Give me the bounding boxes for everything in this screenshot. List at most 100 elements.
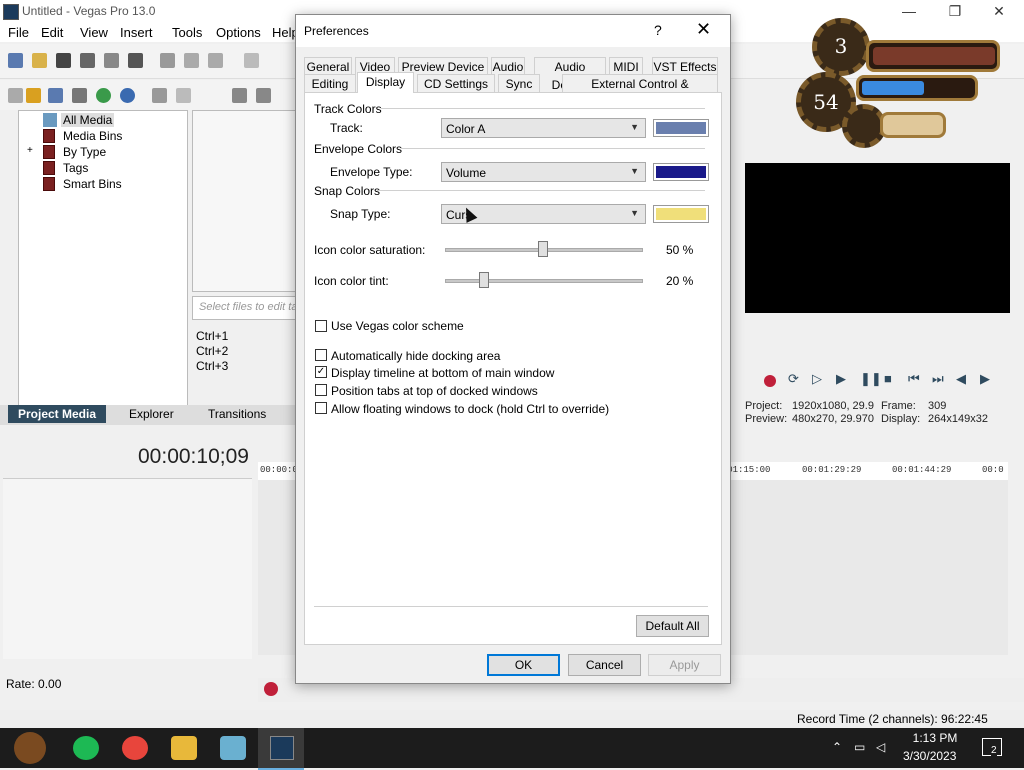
stop-icon[interactable]: ■: [884, 372, 898, 386]
tab-sync[interactable]: Sync: [498, 74, 540, 92]
tabs-top-label[interactable]: Position tabs at top of docked windows: [331, 384, 538, 398]
next-frame-icon[interactable]: ▶: [980, 372, 994, 386]
ok-button[interactable]: OK: [487, 654, 560, 676]
back-icon[interactable]: [8, 88, 23, 103]
spotify-icon[interactable]: [73, 736, 99, 760]
pause-icon[interactable]: ❚❚: [860, 372, 882, 386]
icon-tint-thumb[interactable]: [479, 272, 490, 288]
tab-midi[interactable]: MIDI: [609, 57, 643, 75]
ruler-label: 00:01:44:29: [892, 465, 952, 475]
network-icon[interactable]: ▭: [854, 740, 865, 754]
tab-general[interactable]: General: [304, 57, 352, 75]
snap-color-swatch[interactable]: [653, 205, 709, 223]
clock-time[interactable]: 1:13 PM: [910, 731, 960, 745]
floating-dock-label[interactable]: Allow floating windows to dock (hold Ctr…: [331, 402, 609, 416]
copy-icon[interactable]: [184, 53, 199, 68]
new-file-icon[interactable]: [8, 53, 23, 68]
start-icon[interactable]: [14, 732, 46, 764]
play-icon[interactable]: [232, 88, 247, 103]
tab-audio-device[interactable]: Audio Device: [534, 57, 606, 92]
wand-icon[interactable]: [26, 88, 41, 103]
auto-hide-docking-checkbox[interactable]: [315, 349, 327, 361]
tab-explorer[interactable]: Explorer: [129, 407, 174, 421]
save-as-icon[interactable]: [80, 53, 95, 68]
properties-icon[interactable]: [128, 53, 143, 68]
apply-button[interactable]: Apply: [648, 654, 721, 676]
maximize-button[interactable]: ❐: [932, 0, 978, 22]
menu-file[interactable]: File: [8, 25, 29, 40]
delete-icon[interactable]: [152, 88, 167, 103]
record-icon[interactable]: [764, 375, 776, 387]
close-app-button[interactable]: ✕: [976, 0, 1022, 22]
timeline-bottom-checkbox[interactable]: ✓: [315, 366, 327, 378]
menu-insert[interactable]: Insert: [120, 25, 153, 40]
notifications-icon[interactable]: 2: [982, 738, 1002, 756]
use-vegas-color-scheme-label[interactable]: Use Vegas color scheme: [331, 319, 464, 333]
clock-date[interactable]: 3/30/2023: [903, 749, 956, 763]
tab-project-media[interactable]: Project Media: [8, 405, 107, 423]
track-select[interactable]: Color A ▼: [441, 118, 646, 138]
previous-frame-icon[interactable]: ◀: [956, 372, 970, 386]
tree-item-tags[interactable]: Tags: [63, 161, 88, 175]
icon-saturation-thumb[interactable]: [538, 241, 548, 257]
menu-tools[interactable]: Tools: [172, 25, 202, 40]
tabs-top-checkbox[interactable]: [315, 384, 327, 396]
envelope-color-swatch[interactable]: [653, 163, 709, 181]
tab-transitions[interactable]: Transitions: [208, 407, 266, 421]
minimize-button[interactable]: —: [886, 0, 932, 22]
timeline-bottom-label[interactable]: Display timeline at bottom of main windo…: [331, 366, 554, 380]
paste-icon[interactable]: [208, 53, 223, 68]
loop-icon[interactable]: ⟳: [788, 372, 802, 386]
close-dialog-button[interactable]: ✕: [696, 19, 711, 40]
go-to-end-icon[interactable]: ⏭: [932, 372, 946, 386]
track-color-swatch[interactable]: [653, 119, 709, 137]
menu-view[interactable]: View: [80, 25, 108, 40]
play-icon[interactable]: ▶: [836, 372, 850, 386]
globe-icon[interactable]: [96, 88, 111, 103]
envelope-type-select[interactable]: Volume ▼: [441, 162, 646, 182]
default-all-button[interactable]: Default All: [636, 615, 709, 637]
menu-edit[interactable]: Edit: [41, 25, 63, 40]
undo-icon[interactable]: [244, 53, 259, 68]
tree-item-media-bins[interactable]: Media Bins: [63, 129, 122, 143]
tree-item-all-media[interactable]: All Media: [61, 113, 115, 127]
go-to-start-icon[interactable]: ⏮: [908, 372, 922, 386]
menu-options[interactable]: Options: [216, 25, 261, 40]
media-file-list[interactable]: [192, 110, 304, 292]
cancel-button[interactable]: Cancel: [568, 654, 641, 676]
auto-hide-docking-label[interactable]: Automatically hide docking area: [331, 349, 500, 363]
tab-editing[interactable]: Editing: [304, 74, 356, 92]
tab-external-control[interactable]: External Control & Automation: [562, 74, 718, 109]
floating-dock-checkbox[interactable]: [315, 402, 327, 414]
cut-icon[interactable]: [160, 53, 175, 68]
icon-tint-slider[interactable]: [445, 279, 643, 283]
tree-item-by-type[interactable]: By Type: [63, 145, 106, 159]
track-list[interactable]: [3, 478, 252, 659]
record-icon[interactable]: [264, 682, 278, 696]
app-icon[interactable]: [220, 736, 246, 760]
tab-display[interactable]: Display: [357, 72, 414, 93]
search-icon[interactable]: [120, 88, 135, 103]
chrome-icon[interactable]: [122, 736, 148, 760]
render-icon[interactable]: [104, 53, 119, 68]
play-from-start-icon[interactable]: ▷: [812, 372, 826, 386]
help-button[interactable]: ?: [654, 22, 662, 38]
views-icon[interactable]: [176, 88, 191, 103]
stop-icon[interactable]: [256, 88, 271, 103]
import-icon[interactable]: [48, 88, 63, 103]
chevron-up-icon[interactable]: ⌃: [832, 740, 842, 754]
expand-icon[interactable]: +: [27, 145, 33, 156]
tab-audio[interactable]: Audio: [491, 57, 525, 75]
open-folder-icon[interactable]: [32, 53, 47, 68]
tab-vst-effects[interactable]: VST Effects: [652, 57, 718, 75]
save-icon[interactable]: [56, 53, 71, 68]
display-value: 264x149x32: [928, 413, 988, 425]
media-filter-input[interactable]: Select files to edit ta: [192, 296, 304, 320]
capture-icon[interactable]: [72, 88, 87, 103]
use-vegas-color-scheme-checkbox[interactable]: [315, 320, 327, 332]
tab-cd-settings[interactable]: CD Settings: [417, 74, 495, 92]
file-explorer-icon[interactable]: [171, 736, 197, 760]
vegas-taskbar-button[interactable]: [258, 728, 304, 770]
tree-item-smart-bins[interactable]: Smart Bins: [63, 177, 122, 191]
volume-icon[interactable]: ◁: [876, 740, 885, 754]
